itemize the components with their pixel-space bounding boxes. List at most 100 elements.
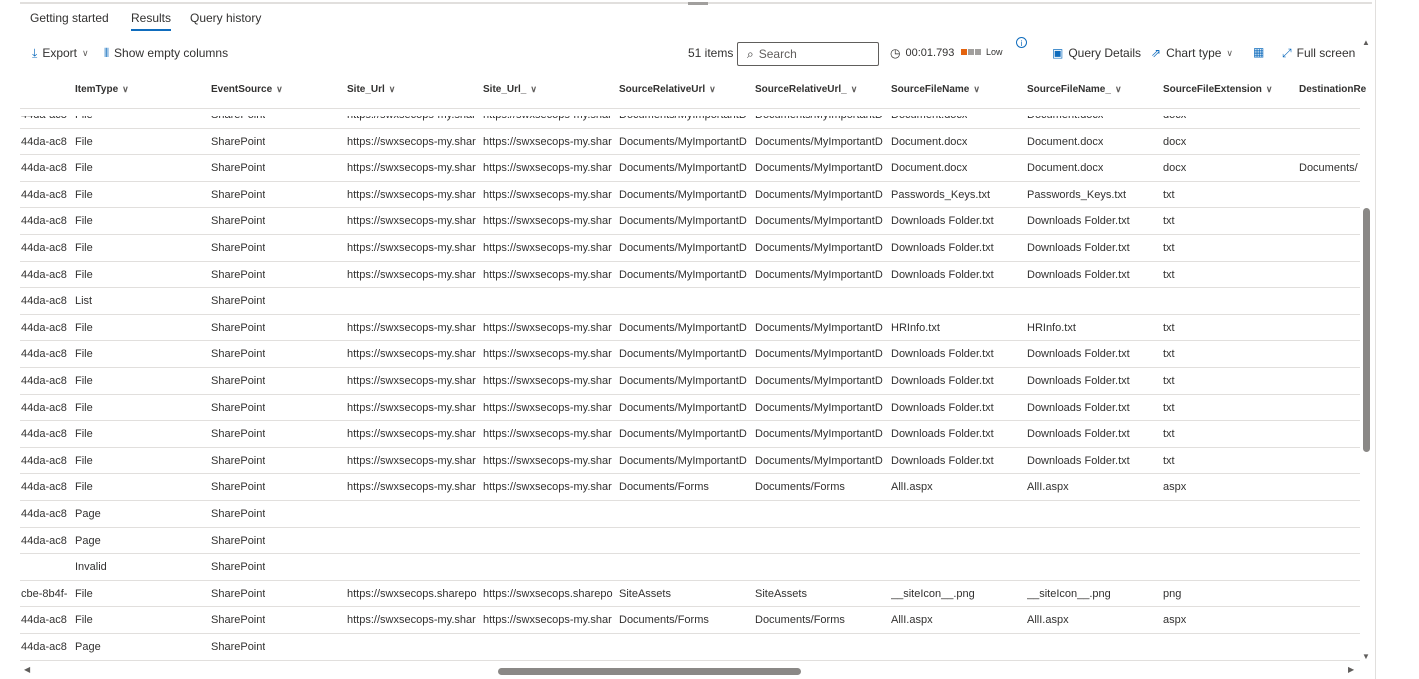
table-cell: Documents/MyImportantD	[755, 348, 883, 361]
table-cell: txt	[1163, 215, 1175, 228]
export-button[interactable]: ⤓ Export ∨	[32, 46, 89, 60]
table-row[interactable]: 44da-ac8 File SharePoint https://swxsecops-…	[20, 341, 1360, 368]
table-cell: Downloads Folder.txt	[1027, 401, 1130, 414]
column-header-label: SourceFileName	[891, 84, 970, 95]
table-cell: https://swxsecops.sharepo	[347, 587, 477, 600]
table-cell: https://swxsecops-my.shar	[483, 268, 612, 281]
column-header[interactable]: DestinationRe	[1299, 84, 1366, 95]
column-chooser-icon: ▦	[1253, 45, 1265, 59]
horizontal-scroll-thumb[interactable]	[498, 668, 801, 675]
horizontal-scrollbar[interactable]: ◀ ▶	[20, 664, 1360, 678]
table-row[interactable]: 44da-ac8 File SharePoint https://swxsecops-…	[20, 155, 1360, 182]
tab-getting-started[interactable]: Getting started	[30, 11, 109, 25]
table-cell: https://swxsecops-my.shar	[347, 321, 476, 334]
column-header[interactable]: SourceFileExtension ∨	[1163, 84, 1273, 95]
column-header[interactable]: SourceRelativeUrl_ ∨	[755, 84, 857, 95]
table-row[interactable]: 44da-ac8 File SharePoint https://swxsecops-…	[20, 474, 1360, 501]
scroll-left-icon[interactable]: ◀	[24, 665, 30, 674]
table-header: ItemType ∨ EventSource ∨ Site_Url ∨ Site_Url_ ∨…	[0, 80, 1375, 100]
resize-handle[interactable]	[688, 2, 708, 5]
table-cell: https://swxsecops-my.shar	[483, 428, 612, 441]
scroll-down-icon[interactable]: ▼	[1362, 652, 1370, 661]
table-cell: AllI.aspx	[891, 481, 933, 494]
table-cell: https://swxsecops-my.shar	[347, 135, 476, 148]
table-row[interactable]: 44da-ac8 Page SharePoint	[20, 501, 1360, 528]
table-cell: File	[75, 215, 93, 228]
table-cell: 44da-ac8	[21, 614, 67, 627]
table-row[interactable]: 44da-ac8 File SharePoint https://swxsecops-…	[20, 235, 1360, 262]
usage-indicator: Low	[961, 47, 1003, 57]
table-cell: Downloads Folder.txt	[891, 268, 994, 281]
table-cell: 44da-ac8	[21, 454, 67, 467]
table-row[interactable]: 44da-ac8 File SharePoint https://swxsecops-…	[20, 395, 1360, 422]
table-cell: Documents/MyImportantD	[755, 188, 883, 201]
usage-level: Low	[986, 47, 1003, 57]
table-row[interactable]: 44da-ac8 Page SharePoint	[20, 634, 1360, 661]
table-cell: Documents/MyImportantD	[619, 321, 747, 334]
table-row[interactable]: 44da-ac8 List SharePoint	[20, 288, 1360, 315]
table-cell: Downloads Folder.txt	[1027, 428, 1130, 441]
results-toolbar: ⤓ Export ∨ ⫴ Show empty columns 51 items…	[0, 37, 1375, 68]
table-row[interactable]: cbe-8b4f- File SharePoint https://swxsecops…	[20, 581, 1360, 608]
table-cell: docx	[1163, 135, 1187, 148]
table-cell: SharePoint	[211, 454, 266, 467]
column-header[interactable]: SourceFileName ∨	[891, 84, 980, 95]
table-row[interactable]: 44da-ac8 File SharePoint https://swxsecops-…	[20, 315, 1360, 342]
column-header[interactable]: ItemType ∨	[75, 84, 129, 95]
tab-query-history[interactable]: Query history	[190, 11, 261, 25]
table-cell: https://swxsecops-my.shar	[347, 614, 476, 627]
usage-bars	[961, 49, 981, 55]
table-row[interactable]: 44da-ac8 File SharePoint https://swxsecops-…	[20, 262, 1360, 289]
table-cell: Documents/MyImportantD	[755, 375, 883, 387]
vertical-scroll-thumb[interactable]	[1363, 208, 1370, 452]
chevron-down-icon: ∨	[276, 84, 283, 94]
info-icon[interactable]: i	[1016, 37, 1027, 48]
column-header-label: Site_Url	[347, 84, 385, 95]
column-header[interactable]: Site_Url_ ∨	[483, 84, 537, 95]
column-header[interactable]: SourceFileName_ ∨	[1027, 84, 1122, 95]
scroll-right-icon[interactable]: ▶	[1348, 665, 1354, 674]
table-cell: SharePoint	[211, 162, 266, 175]
table-cell: File	[75, 162, 93, 175]
table-row[interactable]: 44da-ac8 File SharePoint https://swxsecops-…	[20, 116, 1360, 129]
scroll-up-icon[interactable]: ▲	[1362, 38, 1370, 47]
vertical-scrollbar[interactable]: ▲ ▼	[1360, 38, 1372, 664]
table-row[interactable]: 44da-ac8 File SharePoint https://swxsecops-…	[20, 368, 1360, 395]
table-cell: SharePoint	[211, 508, 266, 520]
table-cell: Documents/MyImportantD	[755, 428, 883, 441]
table-cell: 44da-ac8	[21, 268, 67, 281]
table-cell: 44da-ac8	[21, 641, 67, 653]
table-cell: 44da-ac8	[21, 508, 67, 520]
table-cell: Documents/MyImportantD	[755, 135, 883, 148]
table-cell: Page	[75, 641, 101, 653]
column-chooser-button[interactable]: ▦	[1253, 46, 1264, 58]
show-empty-columns-button[interactable]: ⫴ Show empty columns	[104, 46, 228, 60]
full-screen-button[interactable]: ⤢ Full screen	[1282, 46, 1355, 60]
table-row[interactable]: 44da-ac8 File SharePoint https://swxsecops-…	[20, 448, 1360, 475]
query-details-button[interactable]: ▣ Query Details	[1052, 46, 1141, 60]
table-row[interactable]: 44da-ac8 File SharePoint https://swxsecops-…	[20, 607, 1360, 634]
table-cell: https://swxsecops-my.shar	[347, 348, 476, 361]
table-row[interactable]: 44da-ac8 File SharePoint https://swxsecops-…	[20, 208, 1360, 235]
chart-type-button[interactable]: ⇗ Chart type ∨	[1151, 46, 1233, 60]
column-header-label: Site_Url_	[483, 84, 527, 95]
tab-results[interactable]: Results	[131, 11, 172, 31]
table-cell: 44da-ac8	[21, 135, 67, 148]
table-row[interactable]: 44da-ac8 Page SharePoint	[20, 528, 1360, 555]
table-cell: Downloads Folder.txt	[1027, 268, 1130, 281]
column-header[interactable]: Site_Url ∨	[347, 84, 395, 95]
table-row[interactable]: Invalid SharePoint	[20, 554, 1360, 581]
table-row[interactable]: 44da-ac8 File SharePoint https://swxsecops-…	[20, 421, 1360, 448]
table-cell: SharePoint	[211, 348, 266, 361]
results-panel: Getting started Results Query history ⤓ …	[0, 0, 1376, 679]
table-row[interactable]: 44da-ac8 File SharePoint https://swxsecops-…	[20, 182, 1360, 209]
items-count: 51 items	[688, 46, 734, 60]
search-input[interactable]: ⌕ Search	[737, 42, 879, 66]
column-header[interactable]: SourceRelativeUrl ∨	[619, 84, 716, 95]
chevron-down-icon: ∨	[122, 84, 129, 94]
table-row[interactable]: 44da-ac8 File SharePoint https://swxsecops-…	[20, 129, 1360, 156]
table-cell: Documents/MyImportantD	[755, 268, 883, 281]
column-header[interactable]: EventSource ∨	[211, 84, 283, 95]
table-cell: File	[75, 188, 93, 201]
table-cell: List	[75, 295, 93, 308]
